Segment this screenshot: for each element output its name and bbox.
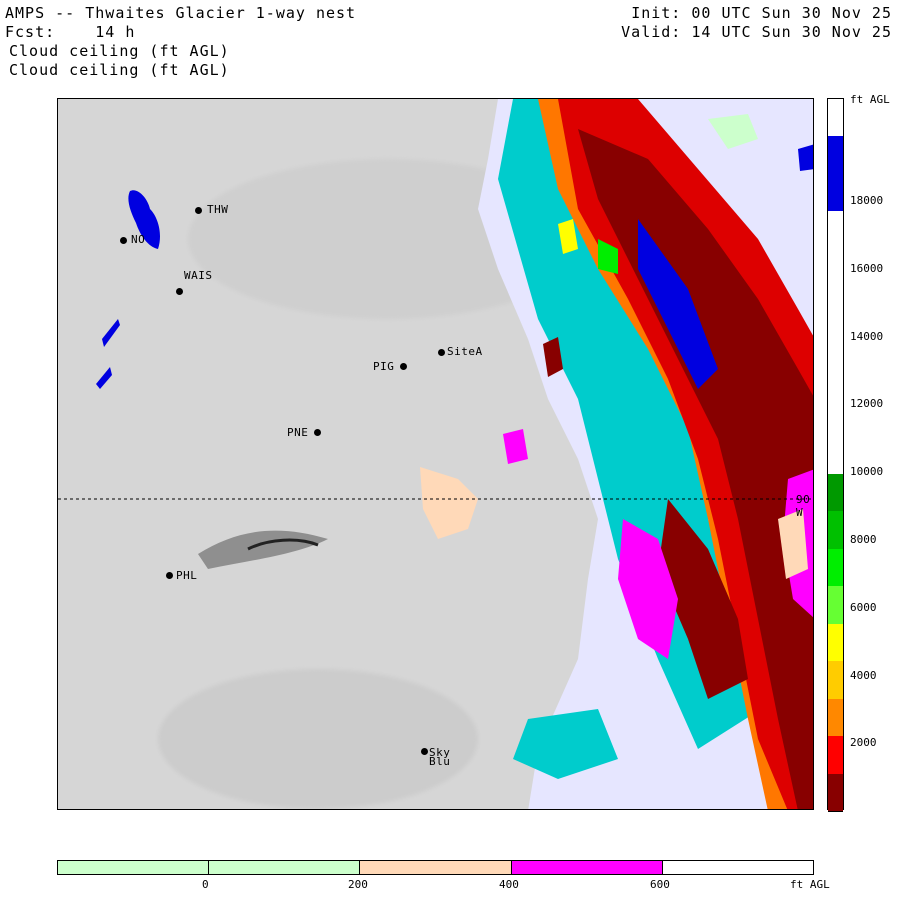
colorbar-tick-label: 14000: [850, 329, 884, 343]
forecast-hour: Fcst: 14 h: [5, 23, 136, 41]
station-label: NO: [131, 233, 146, 246]
colorbar-segment: [828, 473, 843, 513]
colorbar-segment: [828, 548, 843, 588]
colorbar-segment: [828, 773, 843, 812]
station-label: Blu: [429, 755, 451, 768]
station-dot: [120, 237, 127, 244]
station-dot: [195, 207, 202, 214]
hbar-tick: 200: [348, 878, 368, 891]
map-canvas: [58, 99, 813, 809]
hbar-tick: 400: [499, 878, 519, 891]
colorbar-tick-label: 2000: [850, 736, 877, 750]
station-dot: [176, 288, 183, 295]
colorbar-tick-label: 18000: [850, 194, 884, 207]
meridian-label: 90 W: [796, 493, 811, 519]
colorbar-segment: [828, 586, 843, 625]
colorbar-segment: [511, 861, 663, 874]
field-name-2: Cloud ceiling (ft AGL): [9, 61, 230, 79]
station-dot: [314, 429, 321, 436]
colorbar-segment: [828, 136, 843, 175]
station-dot: [438, 349, 445, 356]
colorbar-segment: [828, 698, 843, 738]
terrain-shade: [158, 669, 478, 809]
colorbar-segment: [828, 661, 843, 700]
hbar-tick: 0: [202, 878, 209, 891]
colorbar-tick-label: 10000: [850, 465, 884, 479]
valid-time: Valid: 14 UTC Sun 30 Nov 25: [621, 23, 892, 41]
station-label: PIG: [373, 360, 395, 373]
init-time: Init: 00 UTC Sun 30 Nov 25: [631, 4, 892, 22]
colorbar-segment: [209, 861, 361, 874]
colorbar-segment: [828, 511, 843, 550]
colorbar-unit: ft AGL: [850, 93, 890, 106]
station-dot: [400, 363, 407, 370]
colorbar-segment: [828, 436, 843, 475]
colorbar-segment: [662, 861, 814, 874]
colorbar-segment: [828, 623, 843, 663]
map-panel: THW NO WAIS SiteA PIG PNE PHL Sky Blu 90…: [57, 98, 814, 810]
colorbar-segment: [828, 736, 843, 775]
colorbar-tick-label: 16000: [850, 261, 884, 275]
colorbar-tick-label: 4000: [850, 668, 877, 682]
station-label: PHL: [176, 569, 198, 582]
colorbar-tick-label: 12000: [850, 397, 884, 411]
colorbar-segment: [828, 286, 843, 325]
field-name-1: Cloud ceiling (ft AGL): [9, 42, 230, 60]
low-ceiling-colorbar: [57, 860, 814, 875]
colorbar-segment: [828, 323, 843, 363]
colorbar-tick-label: 6000: [850, 600, 877, 614]
colorbar-tick-label: 8000: [850, 533, 877, 546]
station-dot: [421, 748, 428, 755]
station-label: THW: [207, 203, 229, 216]
station-label: PNE: [287, 426, 309, 439]
hbar-unit: ft AGL: [790, 878, 830, 891]
station-label: WAIS: [184, 269, 213, 282]
colorbar-segment: [828, 248, 843, 288]
ceiling-colorbar: [827, 98, 844, 812]
hbar-tick: 600: [650, 878, 670, 891]
colorbar-segment: [58, 861, 210, 874]
colorbar-segment: [828, 211, 843, 250]
map-title: AMPS -- Thwaites Glacier 1-way nest: [5, 4, 357, 22]
colorbar-segment: [360, 861, 512, 874]
station-label: SiteA: [447, 345, 483, 358]
colorbar-segment: [828, 173, 843, 213]
colorbar-segment: [828, 99, 843, 138]
colorbar-segment: [828, 361, 843, 400]
station-dot: [166, 572, 173, 579]
colorbar-segment: [828, 398, 843, 438]
